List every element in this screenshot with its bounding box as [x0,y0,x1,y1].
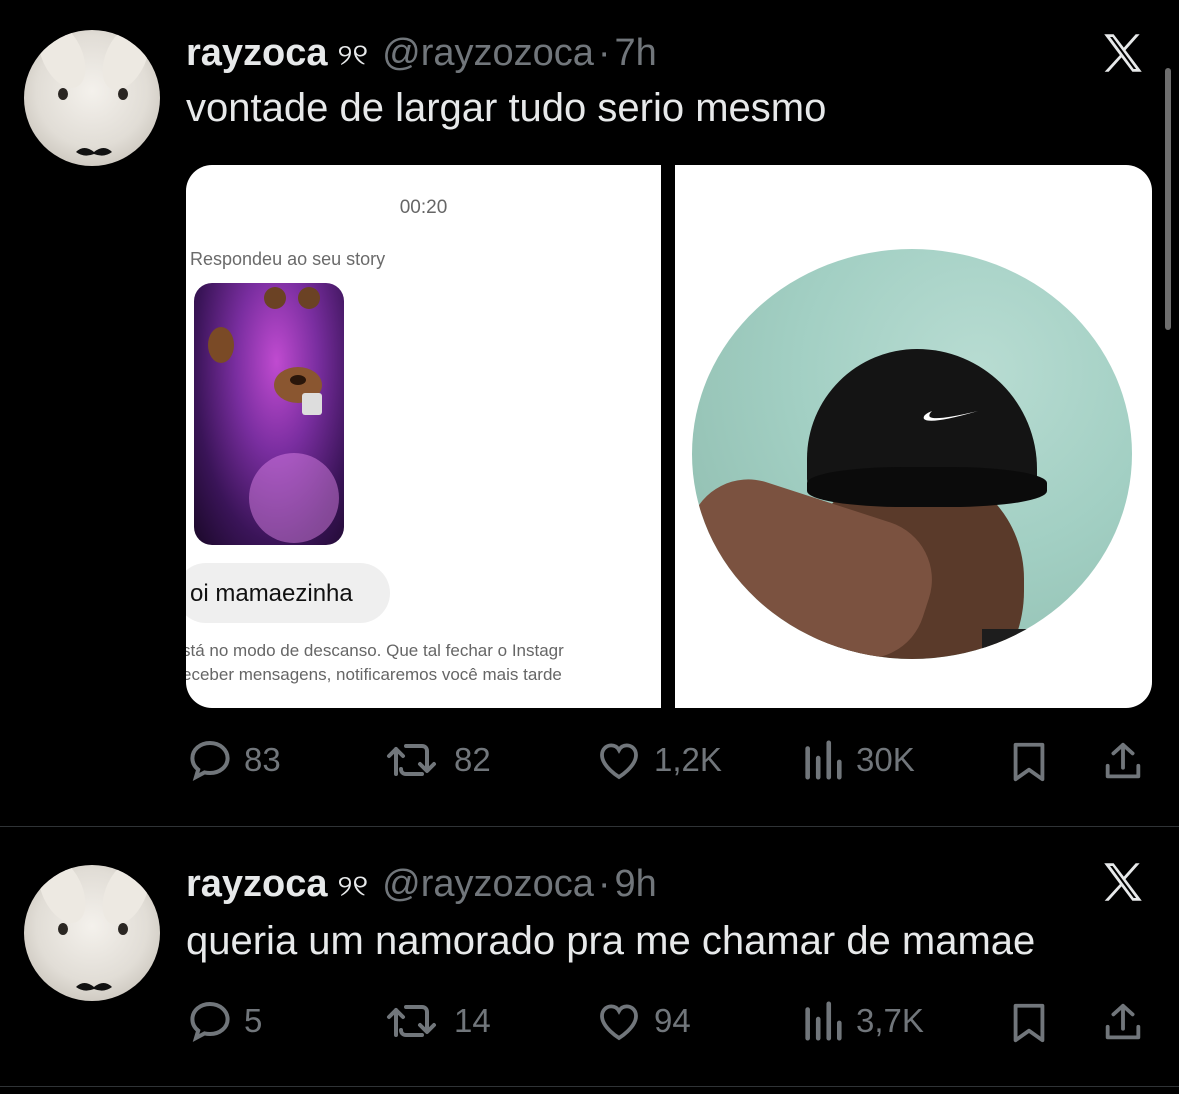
swoosh-icon [923,411,978,421]
repost-icon [387,744,436,776]
notice-line-2: eceber mensagens, notificaremos você mai… [186,665,562,684]
separator: · [597,32,611,74]
views-icon [805,1001,842,1041]
tweet-time[interactable]: 9h [615,863,657,906]
share-icon[interactable] [1100,738,1146,786]
author-handle[interactable]: @rayzozoca [382,863,594,906]
bookmark-icon[interactable] [1006,738,1052,786]
views-button[interactable]: 30K [800,736,915,784]
views-count: 30K [856,741,915,778]
separator: · [597,863,611,905]
reply-count: 83 [244,741,281,778]
author-name[interactable]: rayzoca [186,863,328,906]
views-icon [805,740,842,780]
like-count: 1,2K [654,741,722,778]
x-logo-icon[interactable] [1097,857,1149,907]
replied-label: Respondeu ao seu story [190,249,386,269]
author-handle[interactable]: @rayzozoca [382,32,594,75]
notice-line-1: stá no modo de descanso. Que tal fechar … [186,641,564,660]
avatar[interactable] [24,865,160,1001]
tweet-actions: 5 14 94 3,7K [186,997,1152,1047]
dm-screenshot[interactable]: 00:20 Respondeu ao seu story oi mamaezin… [186,165,661,708]
tweet-actions: 83 82 1,2K 30K [186,736,1152,786]
heart-icon [600,1004,638,1041]
divider [0,1086,1179,1087]
repost-count: 82 [454,741,491,778]
mustache-icon [76,983,112,991]
repost-button[interactable]: 82 [384,736,491,784]
story-thumbnail [194,283,344,545]
call-time: 00:20 [399,197,448,218]
reply-count: 5 [244,1002,263,1039]
reply-button[interactable]: 83 [186,736,281,784]
views-button[interactable]: 3,7K [800,997,924,1045]
views-count: 3,7K [856,1002,924,1039]
repost-icon [387,1005,436,1037]
repost-button[interactable]: 14 [384,997,491,1045]
like-count: 94 [654,1002,691,1039]
share-icon[interactable] [1100,999,1146,1047]
name-decoration: ୨୧ [337,39,369,72]
mustache-icon [76,148,112,156]
reply-button[interactable]: 5 [186,997,262,1045]
x-logo-icon[interactable] [1097,28,1149,78]
tweet-media[interactable]: 00:20 Respondeu ao seu story oi mamaezin… [186,165,1152,708]
author-name[interactable]: rayzoca [186,32,328,75]
tweet-text: vontade de largar tudo serio mesmo [186,86,827,130]
tweet-header: rayzoca ୨୧ @rayzozoca · 9h [186,863,657,906]
message-text: oi mamaezinha [190,580,353,607]
scrollbar[interactable] [1165,68,1171,330]
reply-icon [190,740,230,782]
tweet-time[interactable]: 7h [615,32,657,75]
bookmark-icon[interactable] [1006,999,1052,1047]
tweet[interactable]: rayzoca ୨୧ @rayzozoca · 7h vontade de la… [0,0,1179,825]
name-decoration: ୨୧ [337,870,369,903]
repost-count: 14 [454,1002,491,1039]
like-button[interactable]: 1,2K [594,736,722,784]
profile-photo [692,249,1132,659]
profile-photo-panel[interactable] [675,165,1152,708]
tweet[interactable]: rayzoca ୨୧ @rayzozoca · 9h queria um nam… [0,827,1179,1087]
avatar[interactable] [24,30,160,166]
tweet-header: rayzoca ୨୧ @rayzozoca · 7h [186,32,657,75]
heart-icon [600,743,638,780]
tweet-text: queria um namorado pra me chamar de mama… [186,919,1036,963]
reply-icon [190,1001,230,1043]
like-button[interactable]: 94 [594,997,691,1045]
